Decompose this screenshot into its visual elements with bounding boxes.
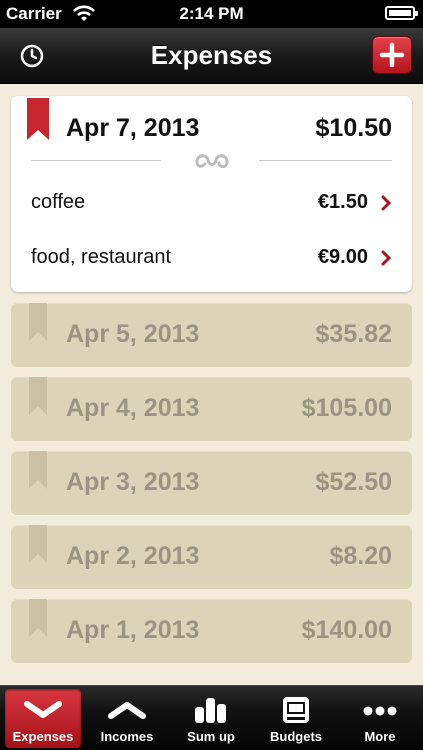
day-row[interactable]: Apr 1, 2013 $140.00 xyxy=(11,599,412,663)
expense-entry-food[interactable]: food, restaurant €9.00 xyxy=(31,246,392,276)
chevron-right-icon xyxy=(381,195,392,211)
day-row[interactable]: Apr 3, 2013 $52.50 xyxy=(11,451,412,515)
bookmark-ribbon-icon xyxy=(27,98,49,140)
battery-icon xyxy=(385,6,418,20)
day-date: Apr 3, 2013 xyxy=(66,468,200,496)
bookmark-ribbon-icon xyxy=(29,377,47,415)
entry-label: food, restaurant xyxy=(31,246,172,268)
tab-more[interactable]: More xyxy=(342,689,418,748)
expense-entry-coffee[interactable]: coffee €1.50 xyxy=(31,191,392,221)
add-expense-button[interactable] xyxy=(372,36,412,74)
tab-incomes[interactable]: Incomes xyxy=(89,689,165,748)
tab-label: Budgets xyxy=(270,729,322,744)
status-bar: Carrier 2:14 PM xyxy=(0,0,423,28)
day-date: Apr 2, 2013 xyxy=(66,542,200,570)
entry-label: coffee xyxy=(31,191,86,213)
day-total: $105.00 xyxy=(301,394,392,422)
day-card-expanded[interactable]: Apr 7, 2013 $10.50 coffee €1.50 food, re… xyxy=(11,96,412,292)
status-time: 2:14 PM xyxy=(179,4,244,23)
page-title: Expenses xyxy=(150,40,273,70)
bar-chart-icon xyxy=(195,698,226,723)
bookmark-ribbon-icon xyxy=(29,451,47,489)
day-total: $35.82 xyxy=(315,320,392,348)
chevron-down-icon xyxy=(24,701,62,718)
tab-label: Expenses xyxy=(12,729,74,744)
day-total: $140.00 xyxy=(301,616,392,644)
day-date: Apr 5, 2013 xyxy=(66,320,200,348)
day-total: $8.20 xyxy=(329,542,392,570)
tab-expenses[interactable]: Expenses xyxy=(5,689,81,748)
nav-bar: Expenses xyxy=(0,28,423,84)
tab-label: More xyxy=(364,729,396,744)
expense-list: Apr 7, 2013 $10.50 coffee €1.50 food, re… xyxy=(11,96,412,673)
day-date: Apr 4, 2013 xyxy=(66,394,200,422)
plus-icon xyxy=(379,42,405,68)
bookmark-ribbon-icon xyxy=(29,303,47,341)
divider xyxy=(31,160,161,161)
day-total: $10.50 xyxy=(315,114,392,142)
ornament-icon xyxy=(195,154,229,169)
day-date: Apr 7, 2013 xyxy=(66,114,200,142)
bookmark-ribbon-icon xyxy=(29,599,47,637)
chevron-right-icon xyxy=(381,250,392,266)
entry-amount: €1.50 xyxy=(317,191,368,213)
tab-budgets[interactable]: Budgets xyxy=(258,689,334,748)
tab-label: Sum up xyxy=(187,729,235,744)
tab-sum-up[interactable]: Sum up xyxy=(173,689,249,748)
budget-icon xyxy=(283,697,309,723)
day-date: Apr 1, 2013 xyxy=(66,616,200,644)
tab-bar: Expenses Incomes Sum up Budgets More xyxy=(0,685,423,750)
tab-label: Incomes xyxy=(100,729,154,744)
divider xyxy=(259,160,392,161)
more-dots-icon xyxy=(363,706,397,716)
day-row[interactable]: Apr 4, 2013 $105.00 xyxy=(11,377,412,441)
bookmark-ribbon-icon xyxy=(29,525,47,563)
chevron-up-icon xyxy=(108,702,146,719)
entry-amount: €9.00 xyxy=(317,246,368,268)
day-row[interactable]: Apr 5, 2013 $35.82 xyxy=(11,303,412,367)
day-total: $52.50 xyxy=(315,468,392,496)
day-row[interactable]: Apr 2, 2013 $8.20 xyxy=(11,525,412,589)
